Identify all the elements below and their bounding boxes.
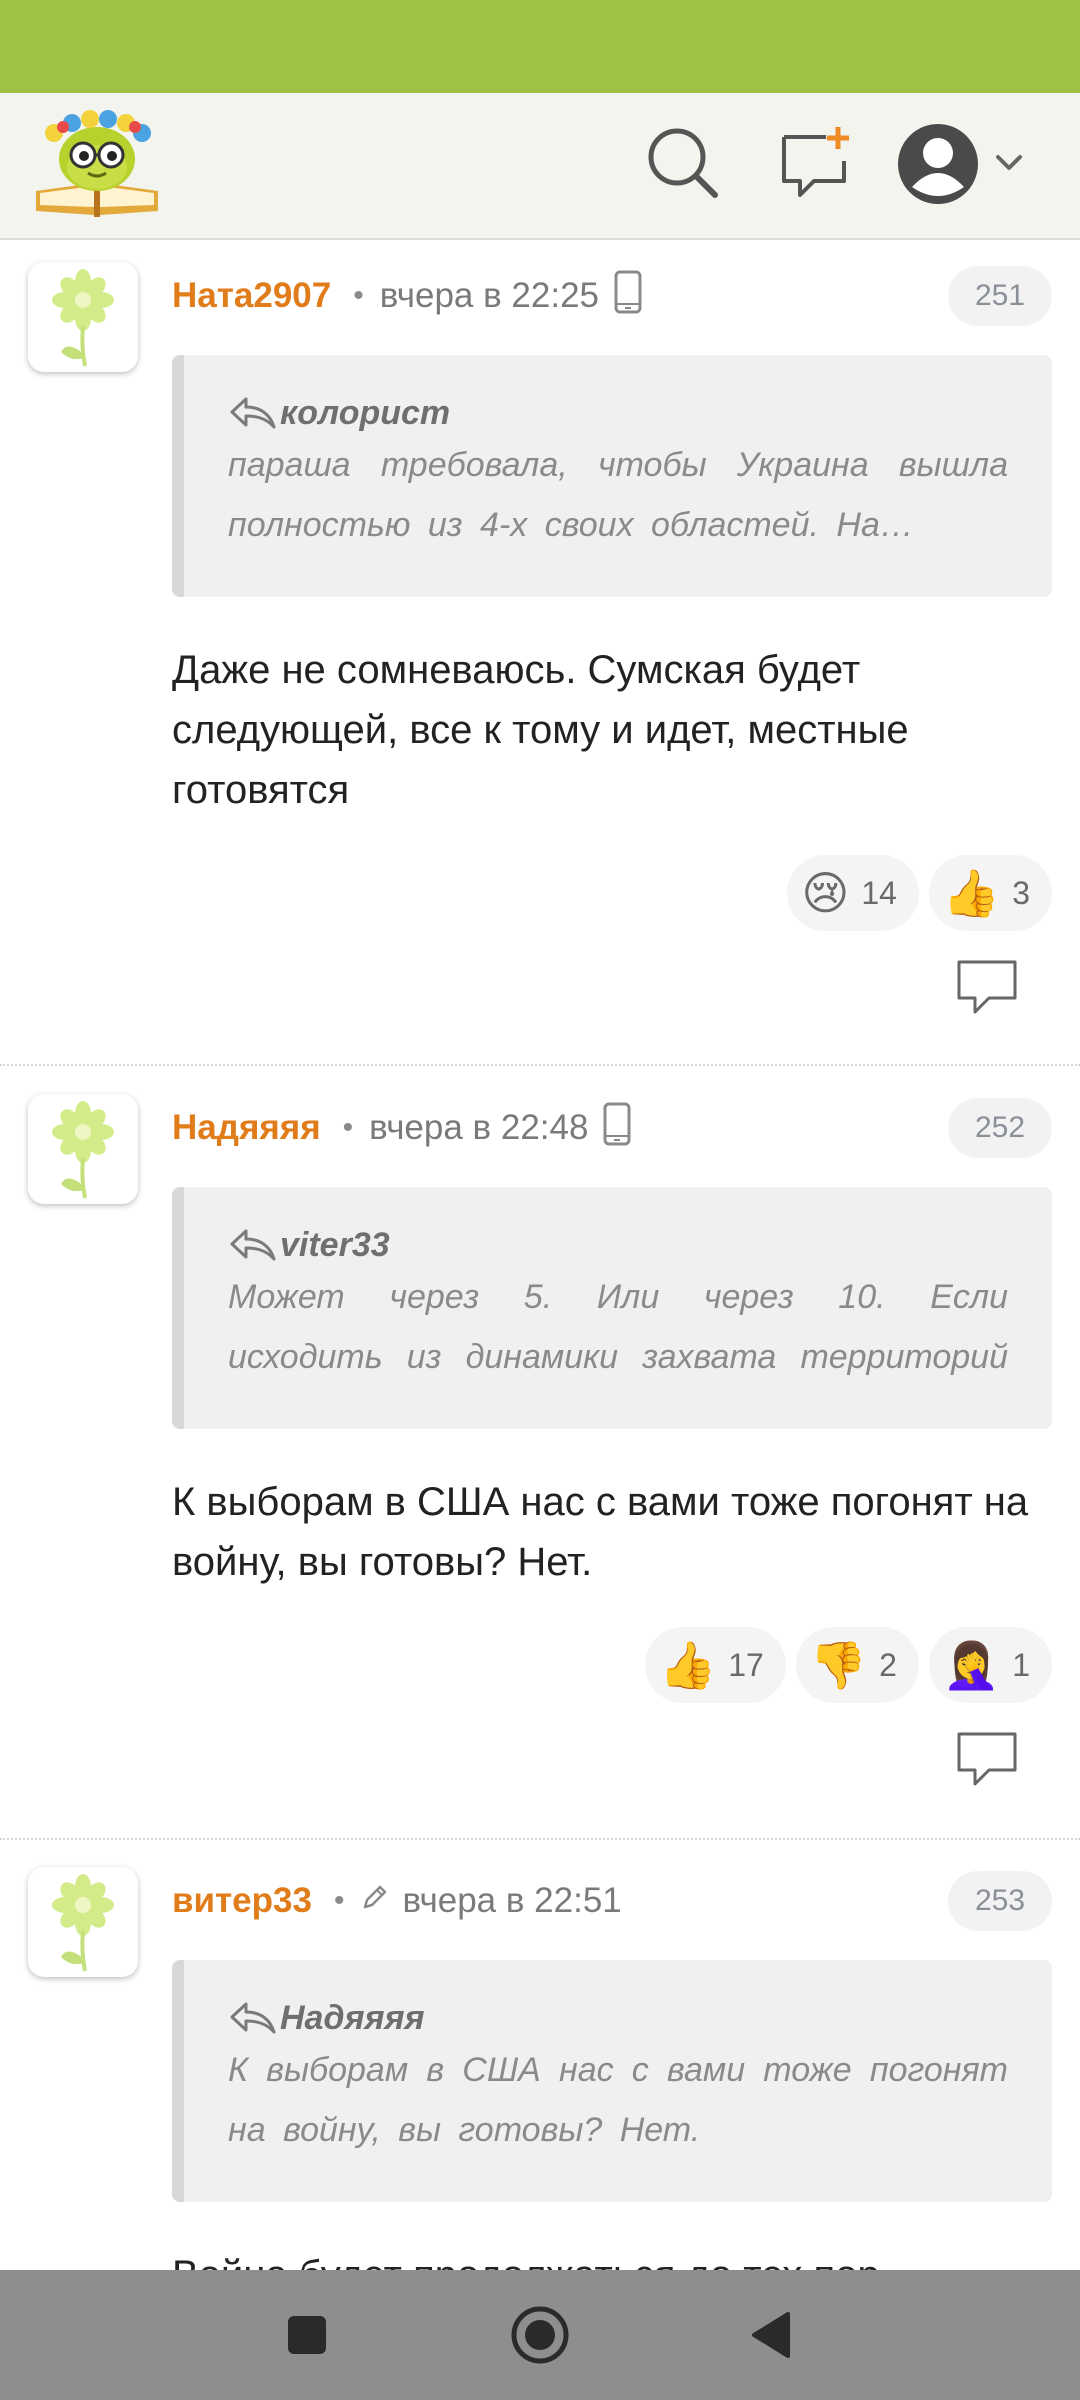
comment-number[interactable]: 253 [948,1871,1052,1931]
crying-face-icon: 😢 [801,866,850,920]
system-nav-bar [0,2270,1080,2400]
quote-author: колорист [280,393,451,432]
thumbs-down-icon: 👎 [809,1638,868,1692]
mobile-device-icon [602,1101,632,1156]
commenter-avatar[interactable] [28,262,138,372]
mobile-device-icon [613,269,643,324]
flower-avatar-icon [52,1874,114,1972]
comments-feed: Ната2907 • вчера в 22:25 251 колорист па… [0,240,1080,2270]
recents-square-icon [288,2316,326,2354]
thumbs-up-icon: 👍 [658,1638,717,1692]
comment-text: Война будет продолжаться до тех пор [172,2245,1042,2270]
quote-text: Может через 5. Или через 10. Если исходи… [228,1278,1008,1376]
comment-time: вчера в 22:48 [369,1108,589,1147]
comment-item: Надяяяя • вчера в 22:48 252 viter33 Може… [0,1072,1080,1845]
reaction-facepalm[interactable]: 🤦‍♀️ 1 [928,1627,1052,1703]
commenter-avatar[interactable] [28,1867,138,1977]
comment-meta: Надяяяя • вчера в 22:48 [172,1098,632,1158]
reaction-count: 2 [879,1646,897,1683]
reply-button[interactable] [955,958,1019,1016]
reply-arrow-icon [230,2002,276,2034]
comment-item: витер33 • вчера в 22:51 253 Надяяяя К вы… [0,1845,1080,2270]
reaction-like[interactable]: 👍 3 [928,855,1052,931]
reply-button[interactable] [955,1730,1019,1788]
comment-meta: витер33 • вчера в 22:51 [172,1871,622,1931]
quote-text: К выборам в США нас с вами тоже погонят … [228,2051,1008,2149]
user-menu-button[interactable] [898,119,1028,209]
reactions-bar: 👍 17 👎 2 🤦‍♀️ 1 [644,1627,1052,1703]
meta-separator: • [342,1111,354,1144]
comment-author[interactable]: витер33 [172,1881,312,1921]
quote-header: колорист [228,391,1008,435]
recents-button[interactable] [272,2300,342,2370]
comment-number[interactable]: 252 [948,1098,1052,1158]
quoted-comment[interactable]: Надяяяя К выборам в США нас с вами тоже … [172,1960,1052,2202]
reaction-count: 17 [728,1646,764,1683]
reply-arrow-icon [230,1229,276,1261]
comment-time: вчера в 22:51 [402,1881,622,1920]
comment-author[interactable]: Ната2907 [172,276,331,316]
quote-text: параша требовала, чтобы Украина вышла по… [228,446,1008,544]
reaction-count: 3 [1012,874,1030,911]
reaction-dislike[interactable]: 👎 2 [795,1627,919,1703]
status-bar [0,0,1080,93]
comment-item: Ната2907 • вчера в 22:25 251 колорист па… [0,240,1080,1066]
new-post-button[interactable] [778,125,854,201]
quoted-comment[interactable]: колорист параша требовала, чтобы Украина… [172,355,1052,597]
reply-arrow-icon [230,397,276,429]
quote-header: Надяяяя [228,1996,1008,2040]
chevron-down-icon [996,155,1022,170]
quote-author: Надяяяя [280,1998,425,2037]
comment-meta: Ната2907 • вчера в 22:25 [172,266,643,326]
reply-bubble-icon [957,960,1017,1014]
new-post-icon [782,127,849,197]
commenter-avatar[interactable] [28,1094,138,1204]
comment-text: К выборам в США нас с вами тоже погонят … [172,1480,1029,1584]
edit-pencil-icon [360,1881,390,1921]
search-icon [648,128,718,198]
flower-avatar-icon [52,1101,114,1199]
quote-author: viter33 [280,1225,390,1264]
site-logo[interactable] [32,107,162,219]
user-avatar-icon [898,124,978,204]
home-button[interactable] [505,2300,575,2370]
thumbs-up-icon: 👍 [942,866,1001,920]
comment-author[interactable]: Надяяяя [172,1108,321,1148]
flower-avatar-icon [52,269,114,367]
search-button[interactable] [645,125,721,201]
reactions-bar: 😢 14 👍 3 [787,855,1052,931]
home-circle-icon [511,2306,569,2364]
reaction-count: 14 [861,874,897,911]
facepalm-icon: 🤦‍♀️ [942,1638,1001,1692]
comment-divider [0,1838,1080,1840]
meta-separator: • [333,1884,345,1917]
reply-bubble-icon [957,1732,1017,1786]
back-triangle-icon [752,2312,790,2358]
comment-number[interactable]: 251 [948,266,1052,326]
quoted-comment[interactable]: viter33 Может через 5. Или через 10. Есл… [172,1187,1052,1429]
back-button[interactable] [738,2300,808,2370]
comment-text: Даже не сомневаюсь. Сумская будет следую… [172,648,909,812]
app-header [0,93,1080,240]
reaction-cry[interactable]: 😢 14 [787,855,919,931]
reaction-count: 1 [1012,1646,1030,1683]
quote-header: viter33 [228,1223,1008,1267]
comment-time: вчера в 22:25 [379,276,600,315]
meta-separator: • [353,279,364,312]
comment-divider [0,1064,1080,1066]
reaction-like[interactable]: 👍 17 [644,1627,786,1703]
